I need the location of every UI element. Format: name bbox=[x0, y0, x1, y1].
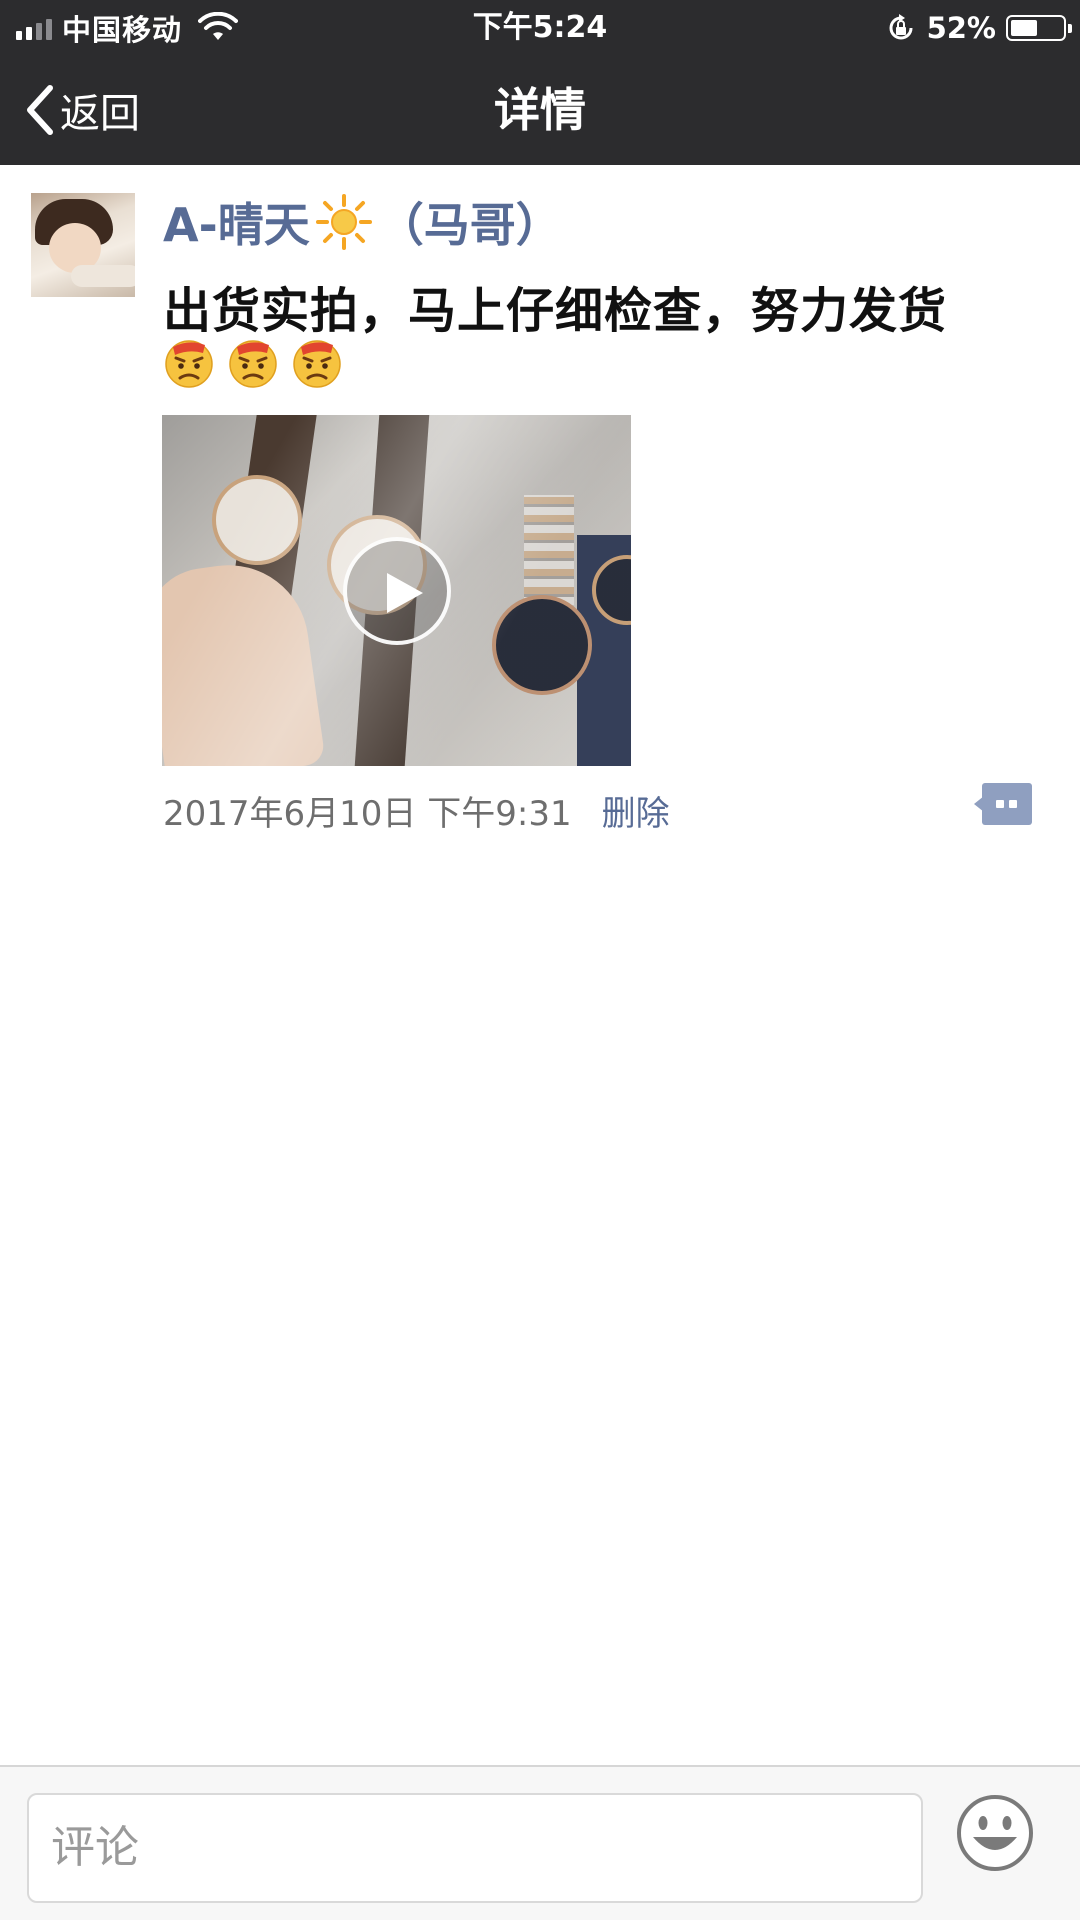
author-name-link[interactable]: A-晴天 （马哥） bbox=[163, 189, 562, 255]
comment-input[interactable]: 评论 bbox=[27, 1793, 923, 1903]
rotation-lock-icon bbox=[889, 13, 913, 39]
frowning-face-icon bbox=[165, 340, 213, 388]
delete-link[interactable]: 删除 bbox=[602, 786, 670, 835]
smiley-icon[interactable] bbox=[955, 1793, 1035, 1873]
author-name: A-晴天 bbox=[163, 198, 310, 252]
comment-bar: 评论 bbox=[0, 1765, 1080, 1920]
video-thumbnail[interactable] bbox=[162, 415, 631, 766]
status-right: 52% bbox=[885, 0, 1072, 55]
battery-fill bbox=[1011, 19, 1037, 36]
post-text: 出货实拍，马上仔细检查，努力发货 bbox=[163, 283, 948, 339]
post-timestamp: 2017年6月10日 下午9:31 bbox=[163, 793, 572, 834]
status-bar: 中国移动 下午5:24 52% bbox=[0, 0, 1080, 55]
play-icon[interactable] bbox=[343, 537, 451, 645]
comment-icon[interactable] bbox=[972, 781, 1034, 827]
frowning-face-icon bbox=[229, 340, 277, 388]
battery-percent: 52% bbox=[926, 10, 996, 45]
moment-post: A-晴天 （马哥） 出货实拍，马上仔细检查，努力发货 2017年6月10日 下午… bbox=[0, 165, 1080, 845]
frowning-face-icon bbox=[293, 340, 341, 388]
emoji-row bbox=[163, 337, 343, 389]
battery-icon bbox=[1006, 14, 1072, 41]
sun-icon bbox=[315, 194, 372, 250]
navigation-bar: 返回 详情 bbox=[0, 55, 1080, 165]
author-nickname: （马哥） bbox=[377, 198, 562, 252]
page-title: 详情 bbox=[494, 83, 586, 137]
avatar[interactable] bbox=[31, 193, 135, 297]
post-meta: 2017年6月10日 下午9:31 删除 bbox=[163, 780, 670, 840]
